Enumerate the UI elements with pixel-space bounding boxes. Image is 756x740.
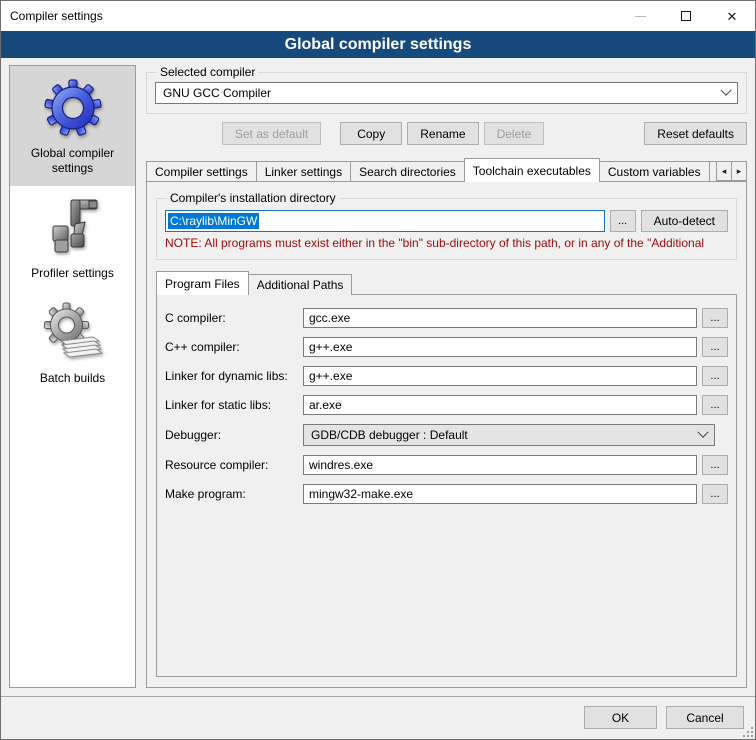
tab-additional-paths[interactable]: Additional Paths — [248, 274, 353, 295]
compiler-select[interactable]: GNU GCC Compiler — [155, 82, 738, 104]
tab-custom-variables[interactable]: Custom variables — [599, 161, 710, 182]
c-compiler-browse-button[interactable]: ... — [702, 308, 728, 328]
debugger-select-value: GDB/CDB debugger : Default — [311, 428, 699, 442]
reset-defaults-button[interactable]: Reset defaults — [644, 122, 747, 145]
tab-scroll-arrows: ◂ ▸ — [717, 161, 747, 181]
sidebar-item-label: Global compiler settings — [14, 146, 131, 176]
minimize-icon — [635, 16, 646, 17]
tab-scroll-left-button[interactable]: ◂ — [716, 161, 732, 181]
installation-directory-group: Compiler's installation directory C:\ray… — [156, 191, 737, 260]
linker-static-input[interactable] — [303, 395, 697, 415]
auto-detect-button[interactable]: Auto-detect — [641, 210, 728, 232]
sidebar-item-label: Profiler settings — [31, 266, 114, 281]
selected-compiler-group: Selected compiler GNU GCC Compiler — [146, 65, 747, 114]
field-row-cpp-compiler: C++ compiler: ... — [165, 337, 728, 357]
chevron-down-icon — [720, 85, 731, 96]
arrow-right-icon: ▸ — [737, 166, 742, 177]
arrow-left-icon: ◂ — [722, 166, 727, 177]
selected-compiler-group-title: Selected compiler — [157, 65, 258, 79]
window-controls: ✕ — [617, 1, 755, 31]
dialog-content: Global compiler settings — [1, 58, 755, 696]
field-row-make-program: Make program: ... — [165, 484, 728, 504]
caliper-tool-icon — [41, 196, 105, 260]
installation-directory-row: C:\raylib\MinGW ... Auto-detect — [165, 210, 728, 232]
compiler-select-value: GNU GCC Compiler — [163, 86, 722, 100]
blue-gear-icon — [41, 76, 105, 140]
tab-compiler-settings[interactable]: Compiler settings — [146, 161, 257, 182]
make-program-browse-button[interactable]: ... — [702, 484, 728, 504]
installation-directory-group-title: Compiler's installation directory — [167, 191, 339, 205]
tab-search-directories[interactable]: Search directories — [350, 161, 465, 182]
field-label: Linker for dynamic libs: — [165, 369, 303, 383]
linker-dynamic-input[interactable] — [303, 366, 697, 386]
ok-button[interactable]: OK — [584, 706, 657, 729]
page-title: Global compiler settings — [1, 31, 755, 58]
install-dir-selected-text: C:\raylib\MinGW — [168, 213, 259, 229]
window-title: Compiler settings — [1, 9, 103, 23]
field-label: C compiler: — [165, 311, 303, 325]
minimize-button[interactable] — [617, 1, 663, 31]
maximize-button[interactable] — [663, 1, 709, 31]
resize-grip[interactable] — [743, 727, 753, 737]
copy-button[interactable]: Copy — [340, 122, 402, 145]
cancel-button[interactable]: Cancel — [666, 706, 744, 729]
linker-static-browse-button[interactable]: ... — [702, 395, 728, 415]
field-label: Debugger: — [165, 428, 303, 442]
field-label: C++ compiler: — [165, 340, 303, 354]
close-button[interactable]: ✕ — [709, 1, 755, 31]
sidebar-item-profiler-settings[interactable]: Profiler settings — [10, 186, 135, 291]
close-icon: ✕ — [727, 10, 738, 23]
install-dir-input[interactable]: C:\raylib\MinGW — [165, 210, 605, 232]
settings-sidebar: Global compiler settings — [9, 65, 136, 688]
sidebar-item-batch-builds[interactable]: Batch builds — [10, 291, 135, 396]
field-label: Make program: — [165, 487, 303, 501]
program-files-panel: C compiler: ... C++ compiler: ... Linker… — [156, 294, 737, 677]
field-row-debugger: Debugger: GDB/CDB debugger : Default — [165, 424, 728, 446]
compiler-settings-window: Compiler settings ✕ Global compiler sett… — [0, 0, 756, 740]
sidebar-item-global-compiler-settings[interactable]: Global compiler settings — [10, 66, 135, 186]
field-label: Linker for static libs: — [165, 398, 303, 412]
cpp-compiler-browse-button[interactable]: ... — [702, 337, 728, 357]
dialog-footer: OK Cancel — [1, 696, 755, 739]
cpp-compiler-input[interactable] — [303, 337, 697, 357]
chevron-down-icon — [697, 427, 708, 438]
main-panel: Selected compiler GNU GCC Compiler Set a… — [146, 65, 747, 688]
resource-compiler-browse-button[interactable]: ... — [702, 455, 728, 475]
tab-program-files[interactable]: Program Files — [156, 271, 249, 295]
field-label: Resource compiler: — [165, 458, 303, 472]
delete-button[interactable]: Delete — [484, 122, 545, 145]
tab-toolchain-executables[interactable]: Toolchain executables — [464, 158, 600, 182]
maximize-icon — [681, 11, 691, 21]
gear-stack-icon — [41, 301, 105, 365]
install-dir-browse-button[interactable]: ... — [610, 210, 636, 232]
field-row-c-compiler: C compiler: ... — [165, 308, 728, 328]
compiler-buttons-row: Set as default Copy Rename Delete Reset … — [146, 122, 747, 145]
install-dir-note: NOTE: All programs must exist either in … — [165, 236, 728, 250]
resource-compiler-input[interactable] — [303, 455, 697, 475]
rename-button[interactable]: Rename — [407, 122, 478, 145]
c-compiler-input[interactable] — [303, 308, 697, 328]
field-row-linker-static: Linker for static libs: ... — [165, 395, 728, 415]
field-row-resource-compiler: Resource compiler: ... — [165, 455, 728, 475]
field-row-linker-dynamic: Linker for dynamic libs: ... — [165, 366, 728, 386]
toolchain-executables-panel: Compiler's installation directory C:\ray… — [146, 181, 747, 688]
set-as-default-button[interactable]: Set as default — [222, 122, 321, 145]
titlebar: Compiler settings ✕ — [1, 1, 755, 31]
sidebar-item-label: Batch builds — [40, 371, 105, 386]
linker-dynamic-browse-button[interactable]: ... — [702, 366, 728, 386]
make-program-input[interactable] — [303, 484, 697, 504]
tab-linker-settings[interactable]: Linker settings — [256, 161, 351, 182]
tab-scroll-right-button[interactable]: ▸ — [731, 161, 747, 181]
settings-tabbar: Compiler settings Linker settings Search… — [146, 158, 747, 182]
program-tabbar: Program Files Additional Paths — [156, 271, 737, 295]
debugger-select[interactable]: GDB/CDB debugger : Default — [303, 424, 715, 446]
